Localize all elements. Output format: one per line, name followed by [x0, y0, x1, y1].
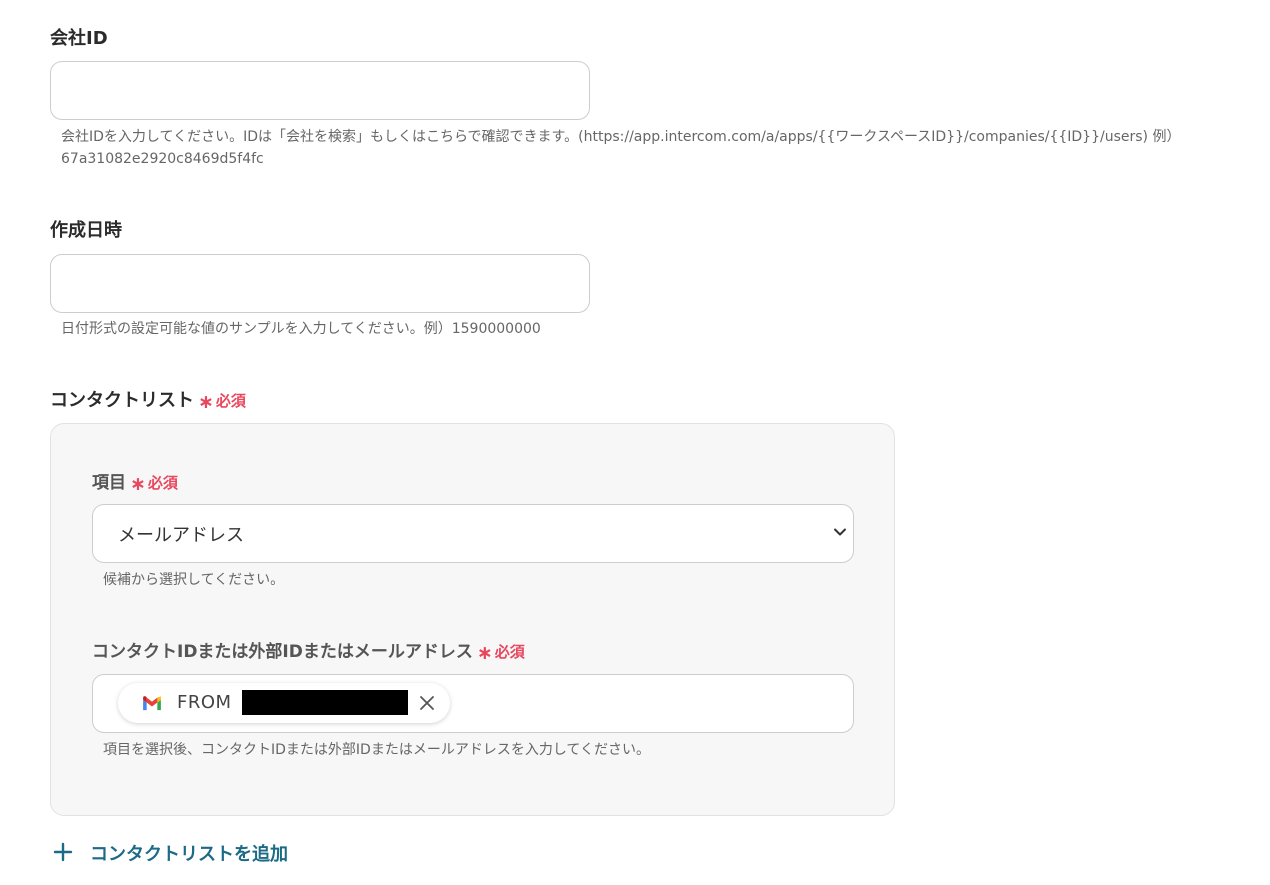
- contact-field-help: 項目を選択後、コンタクトIDまたは外部IDまたはメールアドレスを入力してください…: [103, 742, 650, 758]
- contact-field-label: コンタクトIDまたは外部IDまたはメールアドレス ∗ 必須: [92, 637, 525, 664]
- add-contact-list-label: コンタクトリストを追加: [90, 844, 288, 865]
- required-star: ∗: [198, 391, 214, 413]
- required-text: 必須: [147, 474, 178, 492]
- item-help: 候補から選択してください。: [103, 572, 285, 588]
- contact-list-label: コンタクトリスト ∗ 必須: [50, 386, 246, 413]
- company-id-label: 会社ID: [50, 28, 108, 49]
- contact-field-label-text: コンタクトIDまたは外部IDまたはメールアドレス: [92, 642, 473, 662]
- created-at-input[interactable]: [50, 254, 590, 313]
- chip-label: FROM: [177, 692, 232, 713]
- plus-icon: [53, 842, 73, 862]
- required-text: 必須: [494, 643, 525, 661]
- item-label-text: 項目: [92, 473, 126, 493]
- close-icon[interactable]: [418, 694, 436, 712]
- item-label: 項目 ∗ 必須: [92, 468, 178, 495]
- chevron-down-icon: [834, 528, 846, 536]
- redacted-value: [242, 690, 408, 715]
- required-indicator: ∗ 必須: [130, 473, 178, 495]
- company-id-help-line2: 67a31082e2920c8469d5f4fc: [61, 151, 264, 167]
- required-text: 必須: [215, 392, 246, 410]
- contact-list-label-text: コンタクトリスト: [50, 390, 194, 411]
- required-indicator: ∗ 必須: [476, 642, 525, 664]
- variable-chip[interactable]: FROM: [118, 683, 450, 723]
- company-id-help: 会社IDを入力してください。IDは「会社を検索」もしくはこちらで確認できます。(…: [61, 126, 1180, 170]
- created-at-help: 日付形式の設定可能な値のサンプルを入力してください。例）1590000000: [61, 321, 541, 337]
- created-at-label: 作成日時: [50, 220, 122, 241]
- required-star: ∗: [476, 642, 493, 664]
- required-star: ∗: [130, 473, 146, 495]
- company-id-input[interactable]: [50, 61, 590, 120]
- gmail-icon: [143, 696, 161, 711]
- company-id-help-line1: 会社IDを入力してください。IDは「会社を検索」もしくはこちらで確認できます。(…: [61, 129, 1181, 145]
- item-select[interactable]: メールアドレス: [92, 504, 854, 563]
- required-indicator: ∗ 必須: [198, 391, 246, 413]
- item-select-value: メールアドレス: [118, 525, 244, 546]
